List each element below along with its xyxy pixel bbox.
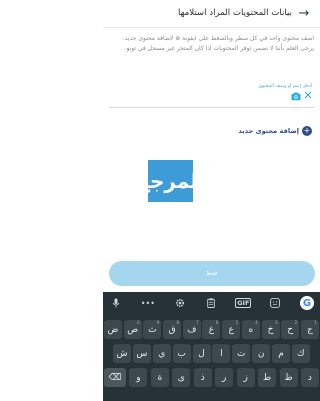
keyboard-row-3: ⌫ و ة ى ذ ر ز ط ظ د <box>103 368 320 387</box>
content-input-underline <box>109 107 314 108</box>
header-divider <box>103 27 320 28</box>
key[interactable]: 5ع <box>222 320 241 339</box>
gif-label: GIF <box>235 298 252 308</box>
gif-button[interactable]: GIF <box>234 294 252 312</box>
key[interactable]: ب <box>172 344 191 363</box>
key[interactable]: ذ <box>193 368 212 387</box>
keyboard-toolbar: ••• GIF G <box>103 292 320 314</box>
key[interactable]: ك <box>291 344 310 363</box>
key[interactable]: 3خ <box>261 320 280 339</box>
key[interactable]: 4ه <box>241 320 260 339</box>
page-title: بيانات المحتويات المراد استلامها <box>178 8 292 18</box>
key[interactable]: م <box>272 344 290 363</box>
keyboard-row-1: ض 0ص 9ث 8ق 7ف 6غ 5ع 4ه 3خ 2ح 1ج <box>103 320 320 339</box>
key[interactable]: ش <box>113 344 131 363</box>
key[interactable]: 6غ <box>202 320 221 339</box>
plus-circle-icon: + <box>302 126 312 136</box>
backspace-key[interactable]: ⌫ <box>104 368 126 387</box>
key[interactable]: ض <box>104 320 122 339</box>
key[interactable]: 1ج <box>300 320 319 339</box>
key[interactable]: ل <box>192 344 211 363</box>
back-arrow-icon[interactable]: → <box>296 6 312 21</box>
sticker-icon[interactable] <box>266 294 284 312</box>
key[interactable]: 8ق <box>163 320 182 339</box>
key[interactable]: ت <box>232 344 251 363</box>
key[interactable]: ط <box>258 368 277 387</box>
key[interactable]: س <box>132 344 151 363</box>
key[interactable]: ا <box>212 344 231 363</box>
key[interactable]: ي <box>152 344 171 363</box>
key[interactable]: ر <box>215 368 234 387</box>
clipboard-icon[interactable] <box>202 294 220 312</box>
key[interactable]: ى <box>172 368 191 387</box>
key[interactable]: ظ <box>279 368 298 387</box>
logo-text: المرجع <box>136 169 205 193</box>
app-header: → بيانات المحتويات المراد استلامها <box>103 0 320 26</box>
microphone-icon[interactable] <box>107 294 125 312</box>
screen: → بيانات المحتويات المراد استلامها اضف م… <box>103 0 320 401</box>
more-options-icon[interactable]: ••• <box>139 294 157 312</box>
key[interactable]: ن <box>252 344 271 363</box>
add-content-button[interactable]: + إضافة محتوى جديد <box>238 126 312 136</box>
close-icon[interactable]: ✕ <box>302 88 314 104</box>
key[interactable]: 7ف <box>182 320 201 339</box>
key[interactable]: 0ص <box>123 320 142 339</box>
instructions-text: اضف محتوى واحد في كل سطر وبالضغط على ايق… <box>122 35 314 52</box>
keyboard: ••• GIF G ض 0ص 9ث 8ق 7ف 6غ 5ع 4ه 3خ 2ح 1… <box>103 292 320 401</box>
save-button[interactable]: حفظ <box>109 261 315 286</box>
google-logo: G <box>299 296 314 310</box>
keyboard-row-2: ش س ي ب ل ا ت ن م ك <box>103 344 320 363</box>
key[interactable]: ة <box>150 368 169 387</box>
settings-gear-icon[interactable] <box>171 294 189 312</box>
key[interactable]: 9ث <box>143 320 162 339</box>
google-icon[interactable]: G <box>298 294 316 312</box>
key[interactable]: د <box>300 368 319 387</box>
watermark-logo: المرجع <box>136 160 205 202</box>
key[interactable]: 2ح <box>281 320 300 339</box>
key[interactable]: و <box>129 368 148 387</box>
camera-icon[interactable] <box>290 88 302 104</box>
key[interactable]: ز <box>236 368 255 387</box>
content-input-row[interactable]: ✕ <box>109 88 314 104</box>
add-content-label: إضافة محتوى جديد <box>238 127 299 135</box>
save-button-label: حفظ <box>206 270 218 277</box>
